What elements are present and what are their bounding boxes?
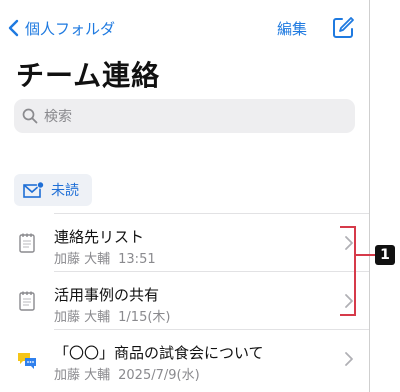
unread-filter-label: 未読 bbox=[51, 183, 79, 199]
list-item[interactable]: 活用事例の共有 加藤 大輔 1/15(木) bbox=[0, 271, 369, 329]
unread-filter-button[interactable]: 未読 bbox=[14, 174, 92, 206]
memo-icon bbox=[19, 233, 35, 253]
item-title: 「〇〇」商品の試食会について bbox=[54, 344, 264, 362]
item-meta: 加藤 大輔 13:51 bbox=[54, 248, 156, 267]
back-button[interactable]: 個人フォルダ bbox=[8, 16, 115, 40]
page-title: チーム連絡 bbox=[16, 59, 161, 92]
message-list: 連絡先リスト 加藤 大輔 13:51 活用事例の共有 加藤 大輔 1/15(木) bbox=[0, 213, 369, 387]
item-author: 加藤 大輔 bbox=[54, 368, 111, 383]
search-input[interactable]: 検索 bbox=[14, 99, 355, 133]
item-time: 13:51 bbox=[118, 252, 156, 267]
app-screen: 個人フォルダ 編集 チーム連絡 検索 未読 連絡先リスト 加藤 大輔 13:51… bbox=[0, 0, 370, 392]
unread-mail-icon bbox=[23, 181, 45, 198]
compose-icon[interactable] bbox=[331, 16, 355, 40]
item-time: 2025/7/9(水) bbox=[118, 368, 200, 383]
row-divider bbox=[54, 213, 369, 214]
navigation-bar: 個人フォルダ 編集 bbox=[0, 0, 369, 56]
item-author: 加藤 大輔 bbox=[54, 252, 111, 267]
search-icon bbox=[22, 108, 38, 124]
annotation-bracket bbox=[340, 226, 356, 316]
item-author: 加藤 大輔 bbox=[54, 310, 111, 325]
memo-icon bbox=[19, 291, 35, 311]
chevron-left-icon bbox=[8, 19, 19, 37]
search-placeholder: 検索 bbox=[44, 109, 72, 125]
item-time: 1/15(木) bbox=[118, 310, 171, 325]
item-meta: 加藤 大輔 2025/7/9(水) bbox=[54, 364, 200, 383]
item-meta: 加藤 大輔 1/15(木) bbox=[54, 306, 170, 325]
edit-button[interactable]: 編集 bbox=[277, 18, 307, 39]
row-divider bbox=[54, 271, 369, 272]
item-title: 連絡先リスト bbox=[54, 228, 145, 246]
chat-bubbles-icon bbox=[18, 353, 36, 369]
annotation-connector bbox=[356, 254, 376, 256]
item-title: 活用事例の共有 bbox=[54, 286, 160, 304]
list-item[interactable]: 「〇〇」商品の試食会について 加藤 大輔 2025/7/9(水) bbox=[0, 329, 369, 387]
back-button-label: 個人フォルダ bbox=[25, 19, 116, 38]
chevron-right-icon bbox=[345, 352, 353, 366]
row-divider bbox=[54, 329, 369, 330]
list-item[interactable]: 連絡先リスト 加藤 大輔 13:51 bbox=[0, 213, 369, 271]
annotation-badge: 1 bbox=[375, 245, 395, 265]
